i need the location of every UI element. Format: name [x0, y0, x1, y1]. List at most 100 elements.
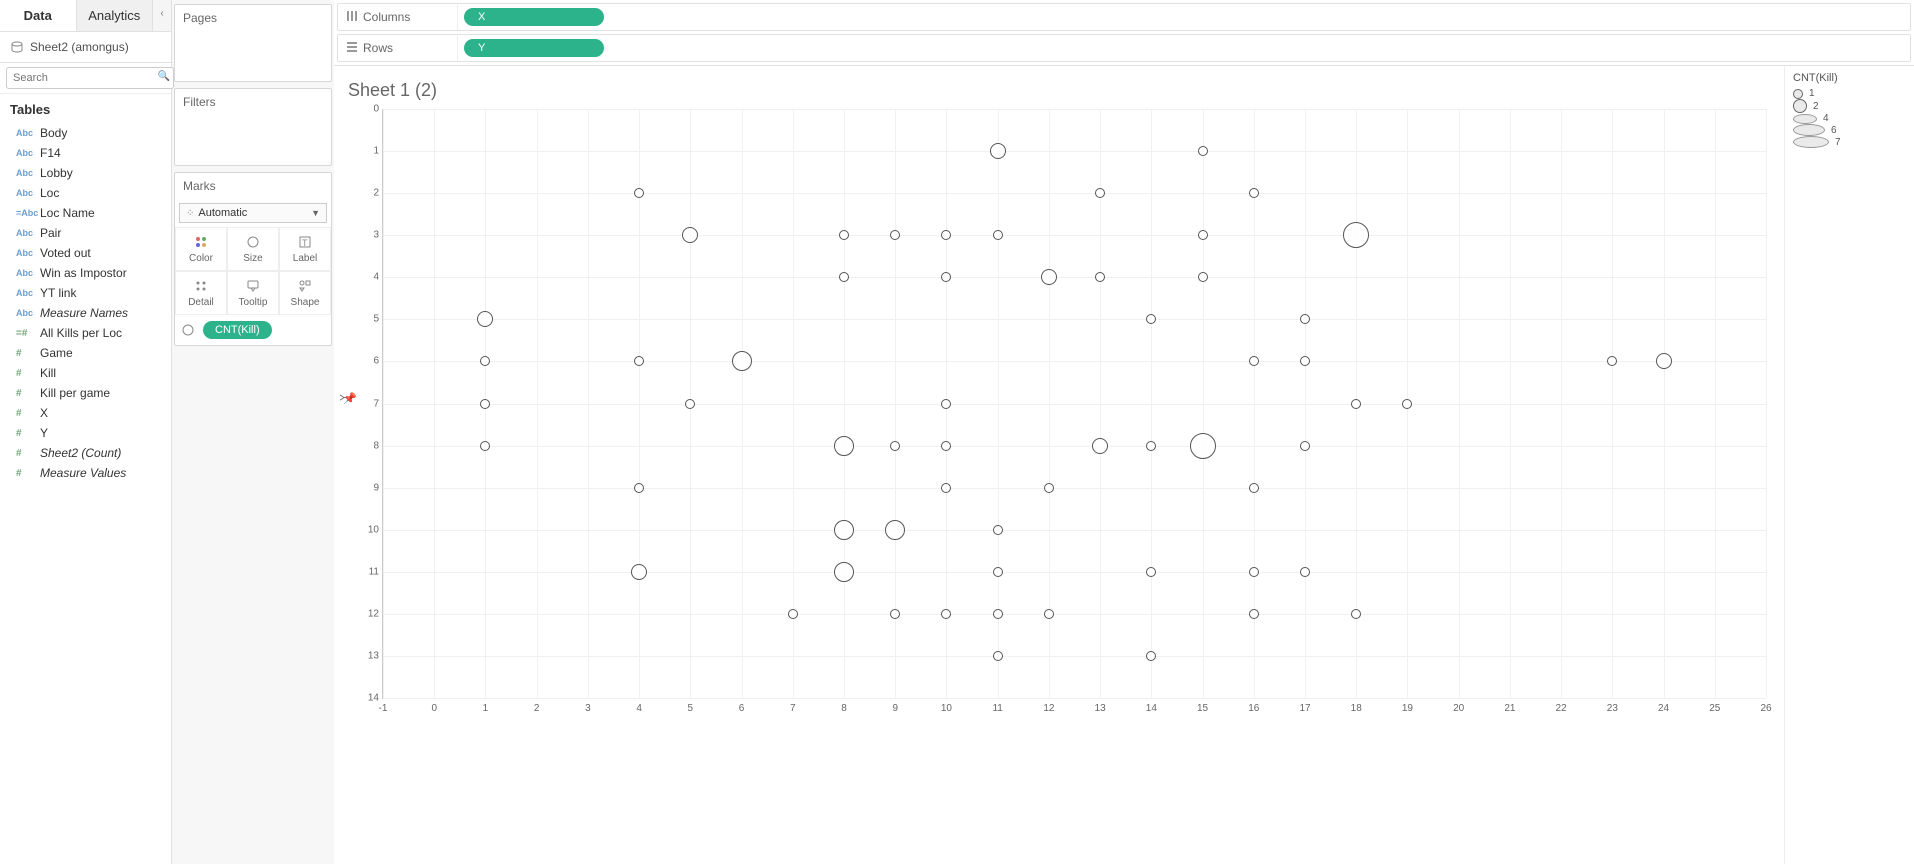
pages-card[interactable]: Pages [174, 4, 332, 82]
legend-item[interactable]: 2 [1793, 99, 1906, 113]
data-point[interactable] [1190, 433, 1216, 459]
legend-item[interactable]: 1 [1793, 88, 1906, 99]
data-point[interactable] [480, 399, 490, 409]
data-point[interactable] [834, 436, 854, 456]
data-point[interactable] [941, 230, 951, 240]
columns-shelf[interactable]: Columns X [337, 3, 1911, 31]
data-point[interactable] [1249, 609, 1259, 619]
data-point[interactable] [1300, 314, 1310, 324]
data-point[interactable] [839, 272, 849, 282]
data-point[interactable] [993, 567, 1003, 577]
field-item[interactable]: #Sheet2 (Count) [0, 443, 171, 463]
data-point[interactable] [1249, 188, 1259, 198]
field-item[interactable]: #Kill per game [0, 383, 171, 403]
data-point[interactable] [634, 188, 644, 198]
data-point[interactable] [890, 230, 900, 240]
data-point[interactable] [1146, 651, 1156, 661]
data-point[interactable] [941, 441, 951, 451]
data-point[interactable] [1249, 356, 1259, 366]
data-point[interactable] [834, 562, 854, 582]
size-legend[interactable]: CNT(Kill) 12467 [1784, 66, 1914, 864]
data-point[interactable] [1041, 269, 1057, 285]
field-item[interactable]: AbcLoc [0, 183, 171, 203]
field-item[interactable]: #Game [0, 343, 171, 363]
data-point[interactable] [1351, 399, 1361, 409]
data-point[interactable] [1092, 438, 1108, 454]
data-point[interactable] [1044, 483, 1054, 493]
legend-item[interactable]: 7 [1793, 136, 1906, 148]
data-point[interactable] [993, 525, 1003, 535]
field-item[interactable]: #Measure Values [0, 463, 171, 483]
mark-tooltip-button[interactable]: Tooltip [227, 271, 279, 315]
data-point[interactable] [1198, 230, 1208, 240]
data-point[interactable] [941, 272, 951, 282]
mark-label-button[interactable]: TLabel [279, 227, 331, 271]
field-item[interactable]: =AbcLoc Name [0, 203, 171, 223]
filters-card[interactable]: Filters [174, 88, 332, 166]
field-item[interactable]: =#All Kills per Loc [0, 323, 171, 343]
tab-analytics[interactable]: Analytics [77, 0, 154, 31]
data-point[interactable] [834, 520, 854, 540]
marks-pill[interactable]: CNT(Kill) [203, 321, 272, 339]
data-point[interactable] [685, 399, 695, 409]
data-point[interactable] [682, 227, 698, 243]
field-item[interactable]: #X [0, 403, 171, 423]
datasource-row[interactable]: Sheet2 (amongus) [0, 32, 171, 63]
data-point[interactable] [885, 520, 905, 540]
mark-shape-button[interactable]: Shape [279, 271, 331, 315]
columns-pill[interactable]: X [464, 8, 604, 26]
field-item[interactable]: #Kill [0, 363, 171, 383]
data-point[interactable] [1343, 222, 1369, 248]
data-point[interactable] [634, 356, 644, 366]
field-item[interactable]: AbcF14 [0, 143, 171, 163]
data-point[interactable] [1146, 567, 1156, 577]
mark-color-button[interactable]: Color [175, 227, 227, 271]
field-item[interactable]: AbcMeasure Names [0, 303, 171, 323]
data-point[interactable] [477, 311, 493, 327]
data-point[interactable] [634, 483, 644, 493]
data-point[interactable] [1146, 314, 1156, 324]
data-point[interactable] [732, 351, 752, 371]
field-item[interactable]: AbcLobby [0, 163, 171, 183]
data-point[interactable] [1300, 356, 1310, 366]
data-point[interactable] [993, 230, 1003, 240]
data-point[interactable] [1249, 483, 1259, 493]
data-point[interactable] [1351, 609, 1361, 619]
marks-pill-row[interactable]: CNT(Kill) [181, 321, 325, 339]
sheet-title[interactable]: Sheet 1 (2) [348, 80, 1776, 101]
data-point[interactable] [1198, 146, 1208, 156]
field-item[interactable]: AbcPair [0, 223, 171, 243]
field-item[interactable]: #Y [0, 423, 171, 443]
data-point[interactable] [1300, 567, 1310, 577]
marks-type-dropdown[interactable]: ⁘ Automatic ▼ [179, 203, 327, 223]
field-item[interactable]: AbcBody [0, 123, 171, 143]
data-point[interactable] [1095, 272, 1105, 282]
data-point[interactable] [1300, 441, 1310, 451]
legend-item[interactable]: 6 [1793, 124, 1906, 136]
rows-pill[interactable]: Y [464, 39, 604, 57]
data-point[interactable] [1402, 399, 1412, 409]
data-point[interactable] [1607, 356, 1617, 366]
tab-data[interactable]: Data [0, 0, 77, 31]
mark-size-button[interactable]: Size [227, 227, 279, 271]
sidebar-collapse-icon[interactable]: ‹ [153, 0, 171, 31]
data-point[interactable] [1044, 609, 1054, 619]
data-point[interactable] [480, 356, 490, 366]
data-point[interactable] [1249, 567, 1259, 577]
data-point[interactable] [941, 399, 951, 409]
search-input[interactable] [6, 67, 174, 89]
data-point[interactable] [480, 441, 490, 451]
data-point[interactable] [1146, 441, 1156, 451]
field-item[interactable]: AbcWin as Impostor [0, 263, 171, 283]
field-item[interactable]: AbcVoted out [0, 243, 171, 263]
data-point[interactable] [1656, 353, 1672, 369]
data-point[interactable] [631, 564, 647, 580]
data-point[interactable] [993, 609, 1003, 619]
data-point[interactable] [990, 143, 1006, 159]
data-point[interactable] [941, 483, 951, 493]
data-point[interactable] [839, 230, 849, 240]
data-point[interactable] [788, 609, 798, 619]
data-point[interactable] [941, 609, 951, 619]
field-item[interactable]: AbcYT link [0, 283, 171, 303]
data-point[interactable] [993, 651, 1003, 661]
